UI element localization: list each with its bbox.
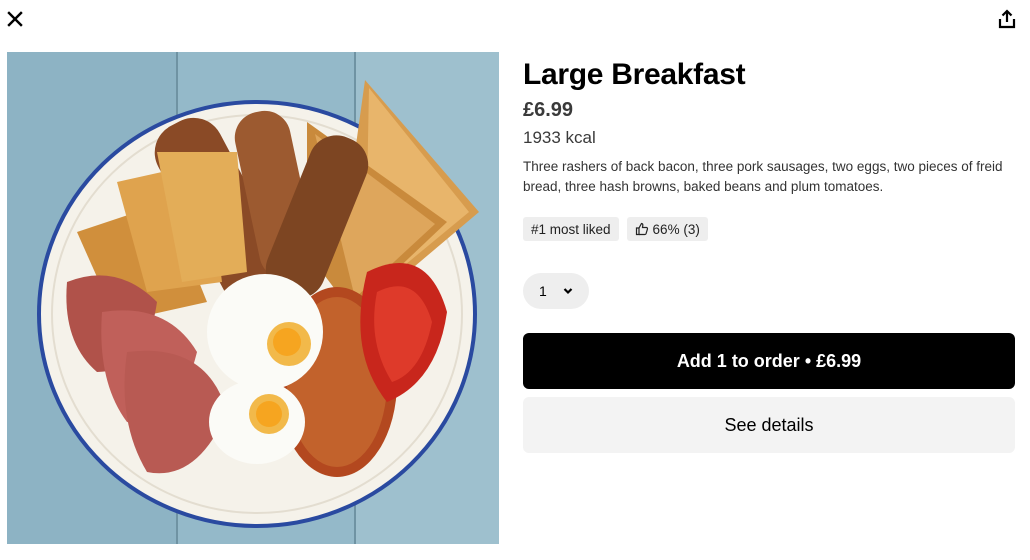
badges-row: #1 most liked 66% (3)	[523, 217, 1015, 241]
most-liked-label: #1 most liked	[531, 221, 611, 237]
most-liked-badge: #1 most liked	[523, 217, 619, 241]
share-icon	[998, 9, 1016, 29]
see-details-button[interactable]: See details	[523, 397, 1015, 453]
rating-label: 66% (3)	[652, 221, 700, 237]
thumbs-up-icon	[635, 222, 648, 236]
quantity-selector[interactable]: 1	[523, 273, 589, 309]
item-calories: 1933 kcal	[523, 128, 596, 147]
item-title: Large Breakfast	[523, 58, 746, 91]
item-description: Three rashers of back bacon, three pork …	[523, 159, 1003, 194]
quantity-value: 1	[539, 283, 547, 299]
close-icon	[7, 11, 23, 27]
chevron-down-icon	[563, 288, 573, 295]
share-button[interactable]	[998, 9, 1016, 29]
rating-badge: 66% (3)	[626, 217, 708, 241]
item-details-panel: Large Breakfast £6.99 1933 kcal Three ra…	[523, 56, 1015, 453]
add-to-order-button[interactable]: Add 1 to order • £6.99	[523, 333, 1015, 389]
close-button[interactable]	[6, 10, 24, 28]
item-price: £6.99	[523, 99, 574, 121]
item-image	[7, 52, 499, 544]
